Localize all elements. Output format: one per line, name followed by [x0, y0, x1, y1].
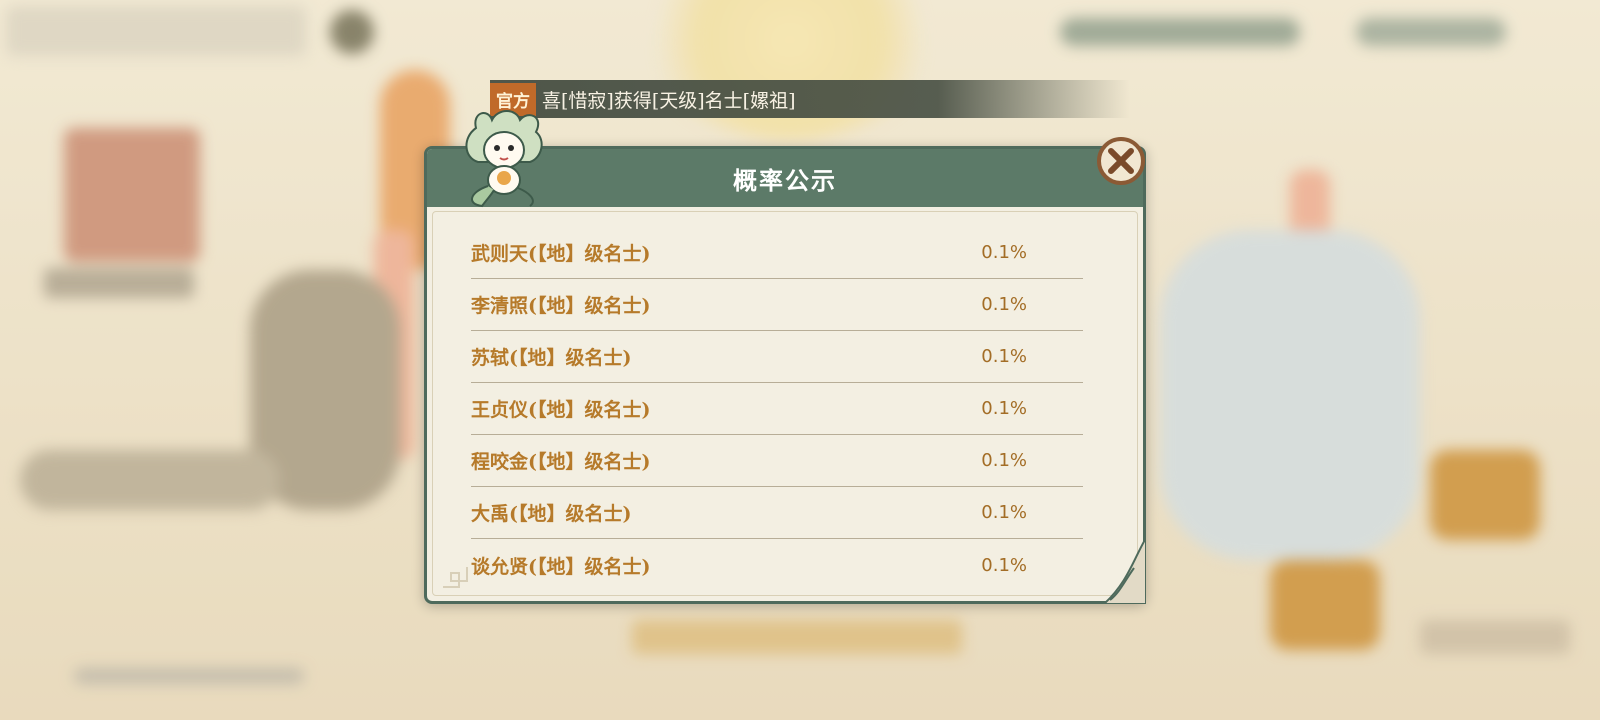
scroll-ornament-icon: [443, 567, 468, 588]
page-curl-icon: [1104, 538, 1146, 604]
item-name: 谈允贤(【地】级名士): [471, 555, 651, 578]
list-item: 武则天(【地】级名士) 0.1%: [471, 227, 1083, 279]
item-rate: 0.1%: [981, 294, 1027, 315]
probability-list[interactable]: 武则天(【地】级名士) 0.1% 李清照(【地】级名士) 0.1% 苏轼(【地】…: [471, 227, 1083, 591]
broadcast-bar: 官方 喜[惜寂]获得[天级]名士[嫘祖]: [490, 80, 1130, 118]
list-item: 谈允贤(【地】级名士) 0.1%: [471, 539, 1083, 591]
item-rate: 0.1%: [981, 450, 1027, 471]
item-rate: 0.1%: [981, 346, 1027, 367]
item-rate: 0.1%: [981, 554, 1027, 576]
broadcast-message: 喜[惜寂]获得[天级]名士[嫘祖]: [542, 89, 796, 112]
item-rate: 0.1%: [981, 502, 1027, 523]
item-name: 李清照(【地】级名士): [471, 295, 651, 317]
list-item: 苏轼(【地】级名士) 0.1%: [471, 331, 1083, 383]
item-name: 大禹(【地】级名士): [471, 503, 632, 525]
list-item: 程咬金(【地】级名士) 0.1%: [471, 435, 1083, 487]
item-name: 苏轼(【地】级名士): [471, 347, 632, 369]
close-icon[interactable]: [1094, 134, 1148, 188]
list-item: 王贞仪(【地】级名士) 0.1%: [471, 383, 1083, 435]
item-name: 王贞仪(【地】级名士): [471, 399, 651, 421]
dragon-mascot-icon: [465, 110, 543, 208]
item-name: 程咬金(【地】级名士): [471, 451, 651, 473]
dialog-title: 概率公示: [733, 165, 837, 195]
list-item: 李清照(【地】级名士) 0.1%: [471, 279, 1083, 331]
list-item: 大禹(【地】级名士) 0.1%: [471, 487, 1083, 539]
probability-dialog: 概率公示 武则天(【地】级名士) 0.1% 李清照(【地】级名士) 0.1% 苏…: [424, 146, 1146, 604]
item-rate: 0.1%: [981, 242, 1027, 263]
item-name: 武则天(【地】级名士): [471, 243, 651, 265]
item-rate: 0.1%: [981, 398, 1027, 419]
